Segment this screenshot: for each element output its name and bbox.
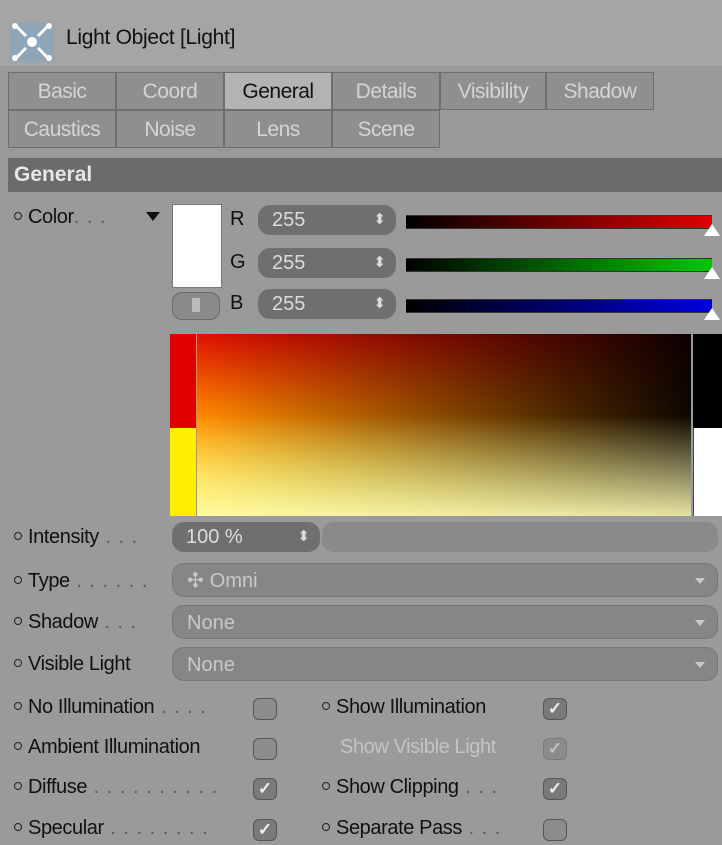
- specular-label: Specular . . . . . . . .: [14, 817, 209, 840]
- channel-r-label: R: [230, 208, 245, 230]
- specular-checkbox[interactable]: ✓: [253, 819, 277, 841]
- show-clipping-checkbox[interactable]: ✓: [543, 778, 567, 800]
- brightness-white-swatch[interactable]: [693, 428, 722, 516]
- chevron-down-icon: [695, 578, 705, 584]
- checkmark-icon: ✓: [547, 739, 563, 758]
- animation-dot-icon[interactable]: [14, 531, 22, 540]
- channel-g-slider[interactable]: [406, 258, 712, 272]
- channel-b-field[interactable]: 255 ⬍: [258, 289, 396, 319]
- intensity-slider[interactable]: [322, 522, 718, 552]
- tab-visibility[interactable]: Visibility: [440, 72, 546, 110]
- checkmark-icon: ✓: [547, 699, 563, 718]
- show-visible-light-label: Show Visible Light: [340, 736, 496, 758]
- light-object-icon: [10, 22, 54, 62]
- chevron-down-icon: [695, 620, 705, 626]
- type-dropdown[interactable]: ✣ Omni: [172, 563, 718, 597]
- visible-light-label: Visible Light: [14, 653, 131, 676]
- tab-noise[interactable]: Noise: [116, 110, 224, 148]
- slider-thumb-icon[interactable]: [704, 224, 720, 236]
- channel-r-field[interactable]: 255 ⬍: [258, 205, 396, 235]
- hue-bar-lower[interactable]: [170, 428, 196, 516]
- diffuse-checkbox[interactable]: ✓: [253, 778, 277, 800]
- animation-dot-icon[interactable]: [322, 822, 330, 831]
- omni-light-icon: ✣: [187, 570, 204, 592]
- animation-dot-icon[interactable]: [14, 616, 22, 625]
- color-menu-triangle-icon[interactable]: [146, 212, 160, 221]
- tab-scene[interactable]: Scene: [332, 110, 440, 148]
- channel-g-label: G: [230, 251, 246, 273]
- no-illumination-checkbox[interactable]: [253, 698, 277, 720]
- checkmark-icon: ✓: [257, 820, 273, 839]
- channel-b-slider[interactable]: [406, 299, 712, 313]
- hue-bar[interactable]: [170, 334, 196, 428]
- stepper-arrows-icon[interactable]: ⬍: [373, 248, 386, 278]
- brightness-black-swatch[interactable]: [693, 334, 722, 428]
- separate-pass-label: Separate Pass . . .: [322, 817, 501, 840]
- visible-light-dropdown[interactable]: None: [172, 647, 718, 681]
- animation-dot-icon[interactable]: [14, 781, 22, 790]
- diffuse-label: Diffuse . . . . . . . . . .: [14, 776, 218, 799]
- animation-dot-icon[interactable]: [322, 781, 330, 790]
- tab-basic[interactable]: Basic: [8, 72, 116, 110]
- shadow-label: Shadow . . .: [14, 611, 137, 634]
- intensity-field[interactable]: 100 % ⬍: [172, 522, 320, 552]
- animation-dot-icon[interactable]: [14, 822, 22, 831]
- checkmark-icon: ✓: [257, 779, 273, 798]
- animation-dot-icon[interactable]: [322, 701, 330, 710]
- slider-thumb-icon[interactable]: [704, 267, 720, 279]
- intensity-label: Intensity . . .: [14, 526, 138, 549]
- stepper-arrows-icon[interactable]: ⬍: [373, 205, 386, 235]
- color-picker-button[interactable]: [172, 292, 220, 320]
- tab-shadow[interactable]: Shadow: [546, 72, 654, 110]
- tab-general[interactable]: General: [224, 72, 332, 110]
- tab-lens[interactable]: Lens: [224, 110, 332, 148]
- channel-g-field[interactable]: 255 ⬍: [258, 248, 396, 278]
- animation-dot-icon[interactable]: [14, 211, 22, 220]
- ambient-illumination-checkbox[interactable]: [253, 738, 277, 760]
- checkmark-icon: ✓: [547, 779, 563, 798]
- no-illumination-label: No Illumination . . . .: [14, 696, 207, 719]
- color-label: Color. . .: [14, 206, 107, 229]
- animation-dot-icon[interactable]: [14, 575, 22, 584]
- separate-pass-checkbox[interactable]: [543, 819, 567, 841]
- tab-details[interactable]: Details: [332, 72, 440, 110]
- channel-b-label: B: [230, 292, 244, 314]
- shadow-dropdown[interactable]: None: [172, 605, 718, 639]
- animation-dot-icon[interactable]: [14, 701, 22, 710]
- tab-coord[interactable]: Coord: [116, 72, 224, 110]
- animation-dot-icon[interactable]: [14, 658, 22, 667]
- type-label: Type . . . . . .: [14, 570, 148, 593]
- chevron-down-icon: [695, 662, 705, 668]
- stepper-arrows-icon[interactable]: ⬍: [373, 289, 386, 319]
- show-clipping-label: Show Clipping . . .: [322, 776, 498, 799]
- object-title: Light Object [Light]: [66, 26, 236, 49]
- ambient-illumination-label: Ambient Illumination: [14, 736, 200, 759]
- tab-caustics[interactable]: Caustics: [8, 110, 116, 148]
- color-spectrum-field[interactable]: [197, 334, 691, 516]
- show-illumination-label: Show Illumination: [322, 696, 486, 719]
- stepper-arrows-icon[interactable]: ⬍: [297, 522, 310, 552]
- slider-thumb-icon[interactable]: [704, 308, 720, 320]
- animation-dot-icon[interactable]: [14, 741, 22, 750]
- color-swatch[interactable]: [172, 204, 222, 288]
- show-visible-light-checkbox: ✓: [543, 738, 567, 760]
- show-illumination-checkbox[interactable]: ✓: [543, 698, 567, 720]
- section-header-general: General: [8, 158, 722, 192]
- channel-r-slider[interactable]: [406, 215, 712, 229]
